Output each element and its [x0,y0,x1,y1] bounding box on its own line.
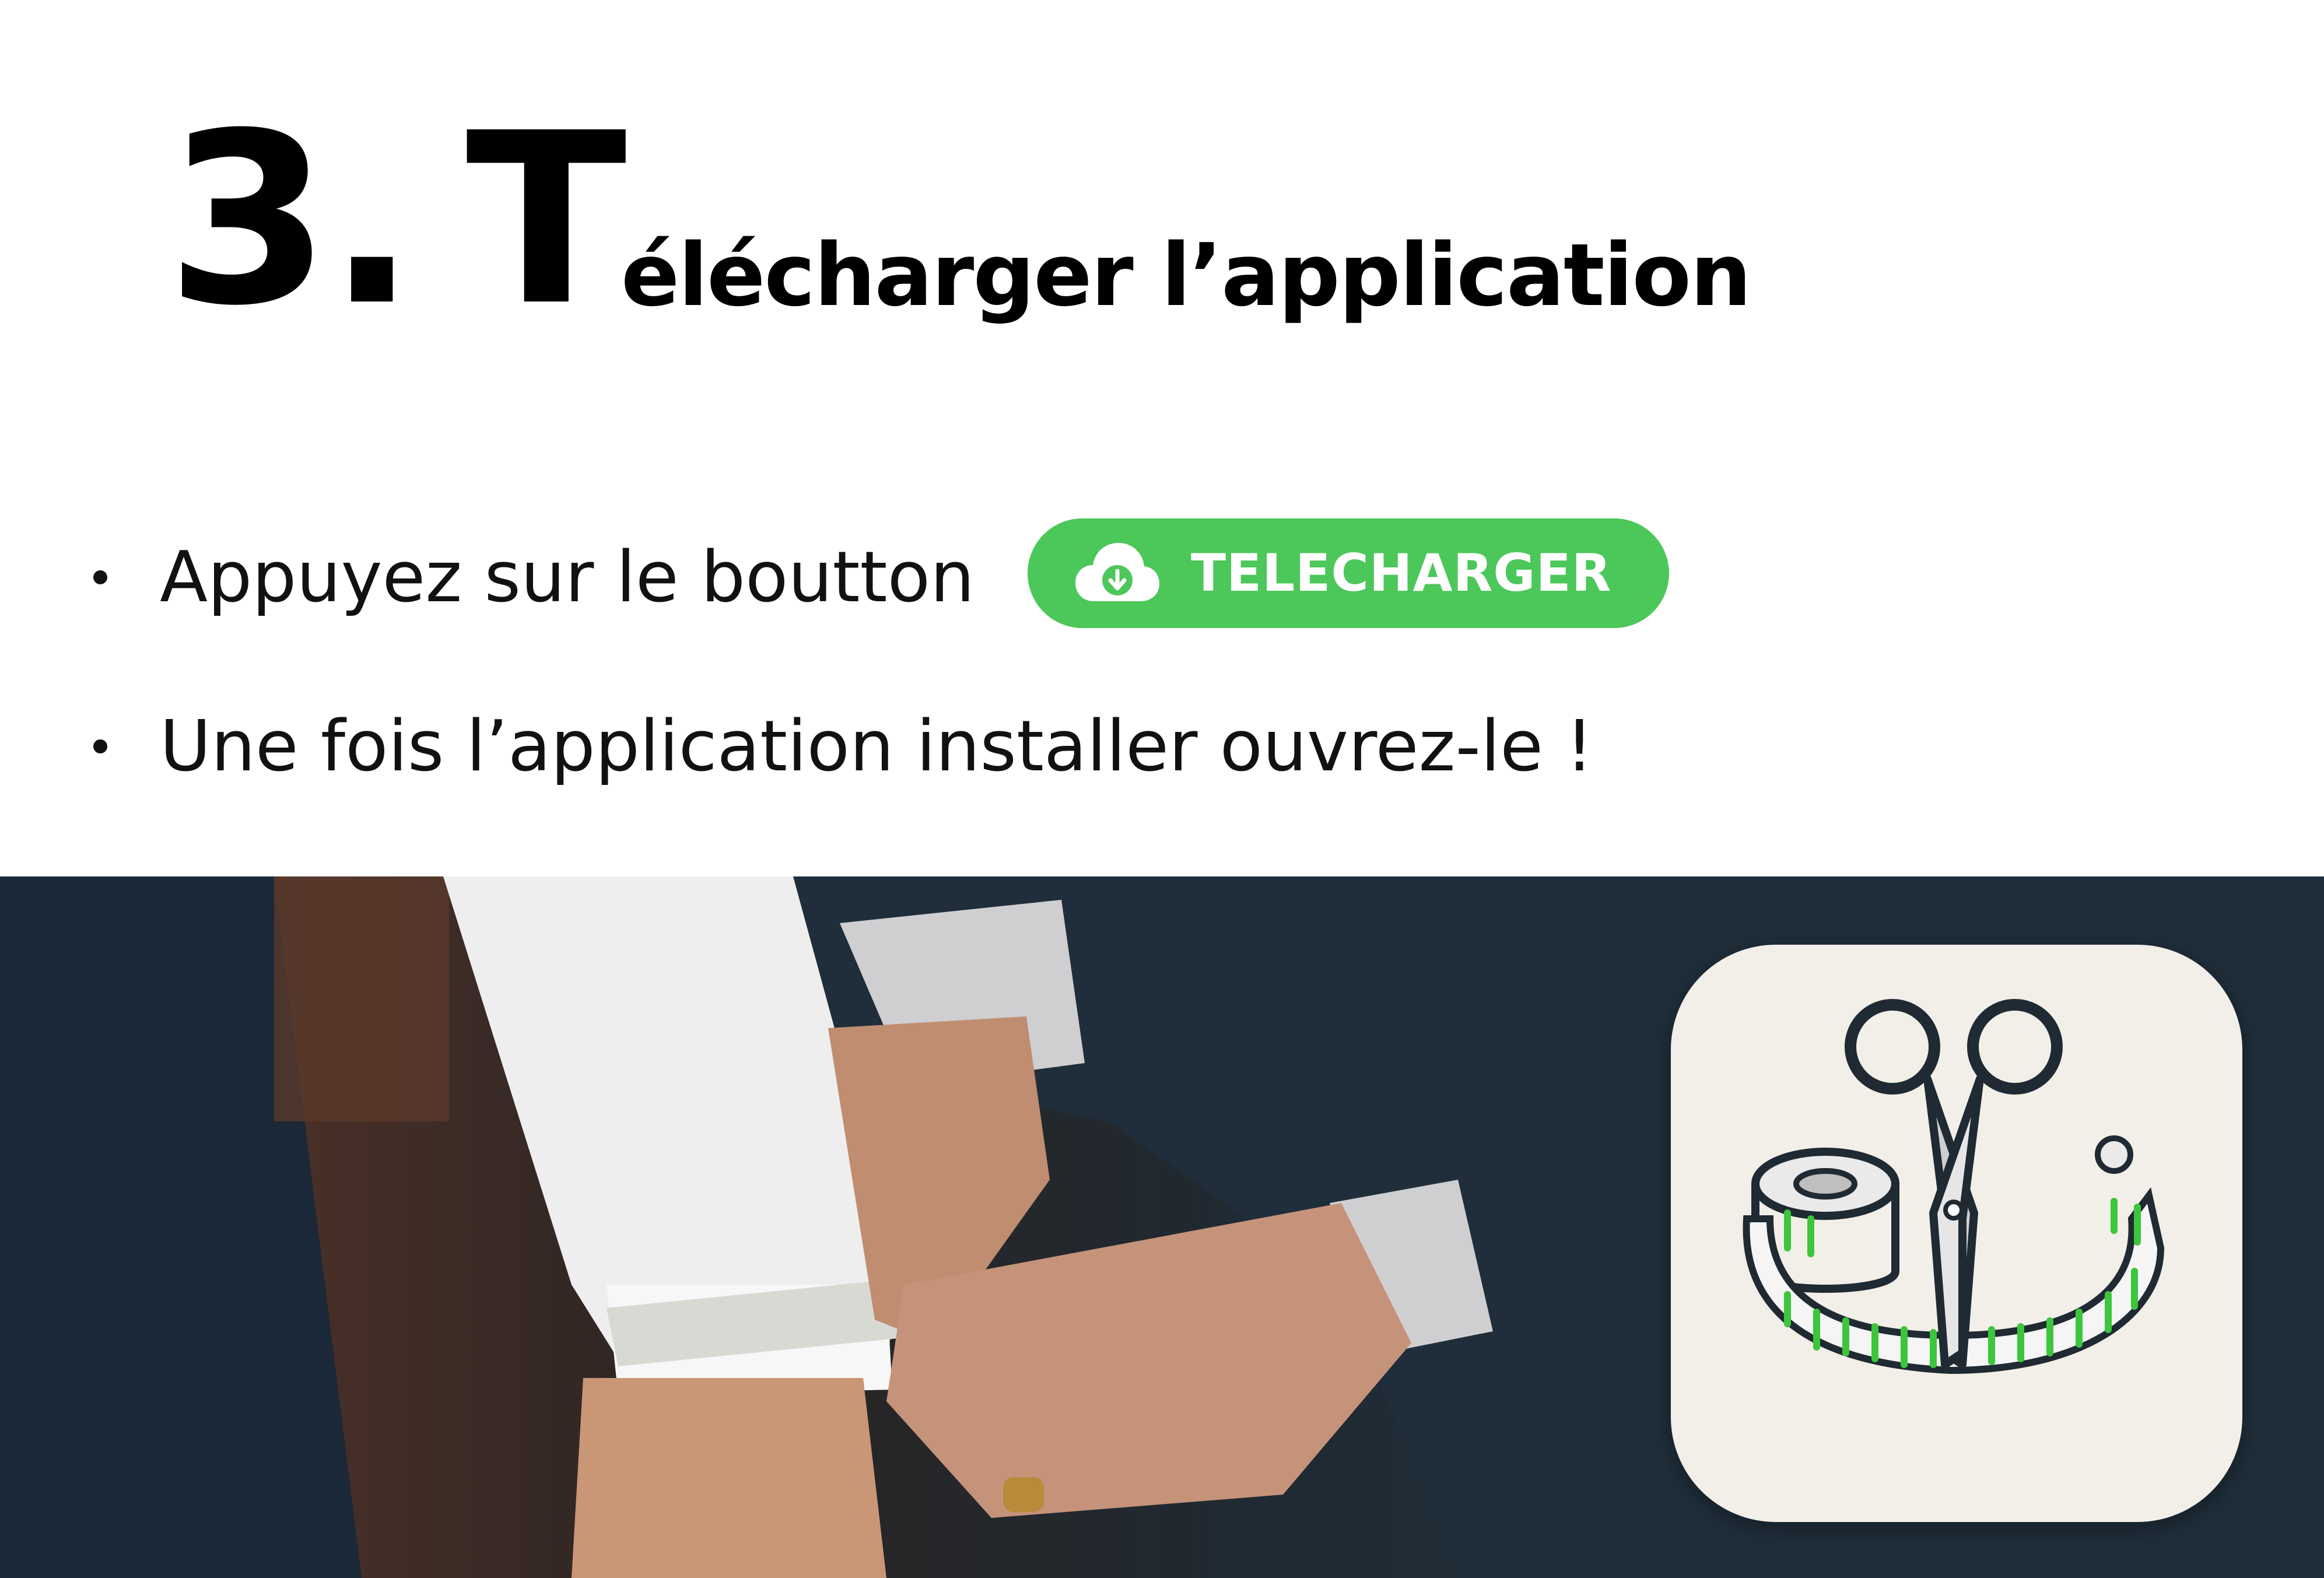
bullet-icon [93,739,107,753]
download-button[interactable]: TELECHARGER [1028,518,1669,628]
download-button-label: TELECHARGER [1191,543,1612,603]
title-initial: T [465,82,627,357]
bullet-icon [93,570,107,584]
scissors-measuring-tape-icon [1743,999,2165,1374]
app-logo [1671,945,2242,1522]
cloud-download-icon [1075,543,1159,601]
step-text: Une fois l’application installer ouvrez-… [160,706,1594,787]
list-item: Appuyez sur le boutton [93,519,975,636]
page-title: 3. T élécharger l’application [166,82,1752,357]
step-number: 3. [166,82,417,357]
title-text: élécharger l’application [621,225,1752,325]
list-item: Une fois l’application installer ouvrez-… [93,688,1593,805]
step-text: Appuyez sur le boutton [160,536,975,618]
